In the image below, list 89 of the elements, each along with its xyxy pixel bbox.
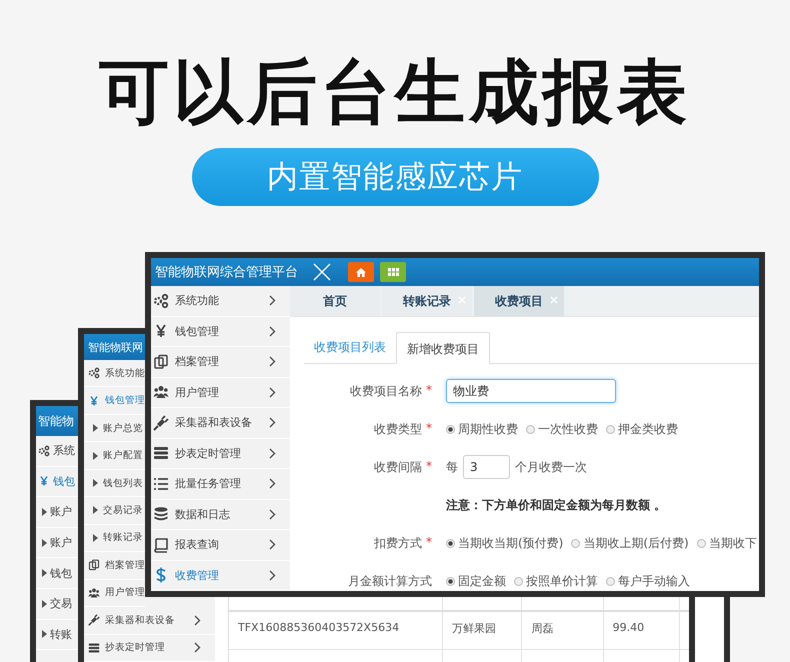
tab[interactable]: 首页 [290,286,380,316]
caret-right-icon [42,569,47,578]
tab[interactable]: 收费项目列表 [304,331,396,363]
gears-icon [38,444,50,457]
field-label: 收费间隔 [374,458,422,476]
window-title: 智能物 [38,412,74,430]
radio-button[interactable] [446,538,455,548]
headline: 可以后台生成报表 [99,52,691,132]
grid-button[interactable] [380,262,406,282]
caret-right-icon [42,600,47,608]
field-label: 扣费方式 [374,534,422,552]
caret-right-icon [42,508,47,516]
required-mark: * [426,420,432,436]
field-text: 每 [446,458,458,476]
caret-right-icon [42,538,47,547]
radio-button[interactable] [696,538,706,548]
tab[interactable]: 收费项目 [474,286,564,316]
plug-icon [88,614,100,626]
close-icon [312,262,332,282]
chevron-right-icon [269,295,276,306]
radio-option[interactable]: 按照单价计算 [514,572,598,590]
field-text: 个月收费一次 [515,458,587,476]
chevron-right-icon [269,326,276,337]
radio-option[interactable]: 周期性收费 [446,420,518,438]
radio-option[interactable]: 每户手动输入 [606,572,690,590]
tab[interactable]: 新增收费项目 [396,332,490,364]
note-text: 注意：下方单价和固定金额为每月数额 。 [446,496,666,514]
chevron-right-icon [269,508,276,520]
radio-option[interactable]: 一次性收费 [526,420,598,438]
chevron-right-icon [269,539,276,550]
users-icon [153,384,169,400]
radio-button[interactable] [606,576,615,586]
radio-button[interactable] [606,424,615,434]
chevron-right-icon [194,642,201,654]
required-mark: * [426,382,432,398]
feature-badge: 内置智能感应芯片 [192,148,598,206]
field-label: 收费类型 [374,420,422,438]
table-cell: 万鲜果园 [443,612,522,649]
text-input[interactable]: 物业费 [446,379,616,403]
window-title: 智能物联网综合管理平台 [155,264,298,281]
radio-button[interactable] [446,424,455,434]
home-icon [356,268,366,276]
table-cell: TFX160885360403572X5634 [229,612,444,649]
radio-button[interactable] [571,538,580,548]
book-icon [153,536,169,553]
server-icon [153,445,169,462]
radio-option[interactable]: 固定金额 [446,572,506,590]
caret-right-icon [42,630,47,638]
plug-icon [153,414,169,431]
caret-right-icon [93,506,98,514]
required-mark: * [426,534,432,550]
yen-icon [88,394,100,407]
chevron-right-icon [269,417,276,428]
radio-option[interactable]: 当期收下 [696,534,757,552]
grid-icon [388,268,398,276]
users-icon [88,586,100,599]
chevron-right-icon [269,356,276,368]
server-icon [88,642,100,654]
table-cell: 99.40 [604,612,680,649]
gears-icon [153,292,169,309]
caret-right-icon [93,534,98,542]
radio-option[interactable]: 当期收上期(后付费) [571,534,689,552]
database-icon [153,506,169,522]
table-cell: 周磊 [522,612,604,649]
radio-option[interactable]: 当期收当期(预付费) [446,534,564,552]
documents-icon [153,354,169,370]
home-button[interactable] [348,262,374,282]
caret-right-icon [93,452,98,460]
chevron-right-icon [269,448,276,459]
number-input[interactable]: 3 [463,455,510,479]
chevron-right-icon [269,570,276,581]
window-title: 智能物联网 [87,340,143,354]
caret-right-icon [93,424,98,432]
gears-icon [88,367,100,380]
field-label: 收费项目名称 [350,382,422,400]
chevron-right-icon [194,614,201,626]
chevron-right-icon [269,386,276,398]
required-mark: * [426,458,432,474]
caret-right-icon [93,479,98,488]
yen-icon [38,475,50,488]
list-icon [153,476,169,492]
documents-icon [88,559,100,572]
chevron-right-icon [269,478,276,490]
field-label: 月金额计算方式 [348,572,432,590]
radio-option[interactable]: 押金类收费 [606,420,678,438]
radio-button[interactable] [446,576,455,586]
tab[interactable]: 转账记录 [382,286,472,316]
radio-button[interactable] [526,424,535,434]
radio-button[interactable] [514,576,523,586]
